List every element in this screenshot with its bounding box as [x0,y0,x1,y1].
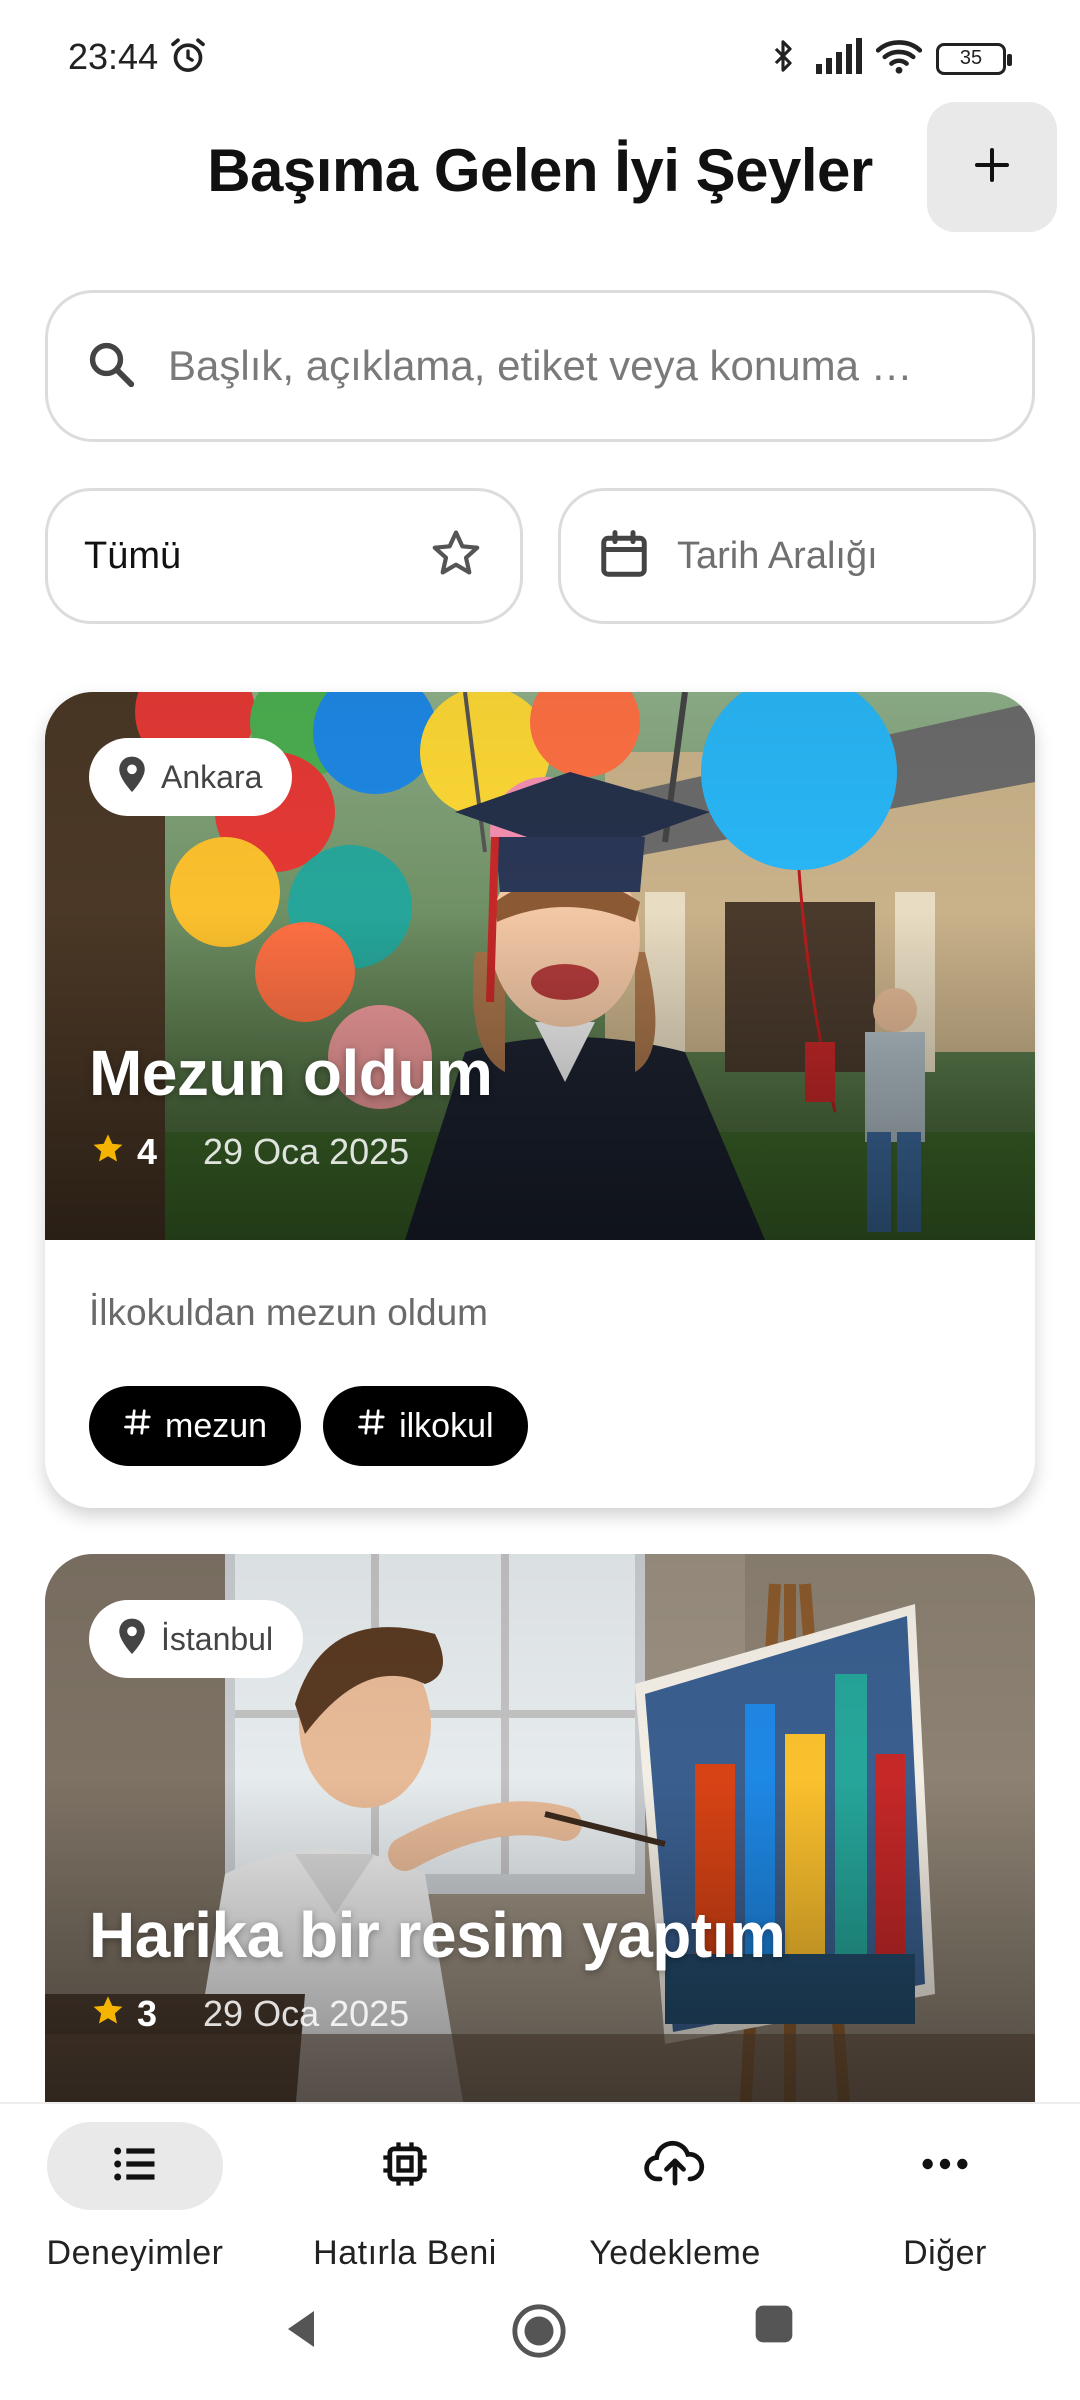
nav-item-more[interactable]: Diğer [810,2122,1080,2273]
experience-card[interactable]: İstanbul Harika bir resim yaptım 3 29 Oc… [45,1554,1035,2114]
search-field[interactable] [45,290,1035,442]
search-input[interactable] [168,342,988,390]
nav-label: Yedekleme [589,2234,761,2272]
calendar-icon [597,527,651,586]
recents-icon[interactable] [752,2302,796,2351]
favorites-filter[interactable]: Tümü [45,488,523,624]
hashtag-icon [357,1407,387,1446]
location-pin-icon [115,1617,149,1662]
page-title: Başıma Gelen İyi Şeyler [207,137,873,204]
location-pin-icon [115,755,149,800]
home-icon[interactable] [510,2302,568,2365]
nav-label: Deneyimler [46,2234,224,2272]
wifi-icon [875,37,923,80]
nav-item-experiences[interactable]: Deneyimler [0,2122,270,2273]
search-icon [84,337,138,396]
location-label: Ankara [161,758,263,795]
bluetooth-icon [766,36,800,81]
date-range-filter-label: Tarih Aralığı [677,534,878,577]
experience-card[interactable]: Ankara Mezun oldum 4 29 Oca 2025 İlkokul… [45,692,1035,1508]
list-icon [109,2138,161,2195]
experience-meta: 4 29 Oca 2025 [89,1130,409,1173]
experience-meta: 3 29 Oca 2025 [89,1992,409,2035]
tag-label: ilkokul [399,1406,494,1445]
system-navigation-bar [0,2282,1080,2400]
signal-icon [814,38,862,79]
tag-list: mezun ilkokul [89,1386,528,1466]
rating-value: 4 [137,1130,158,1172]
experience-date: 29 Oca 2025 [203,1130,410,1172]
location-chip: İstanbul [89,1600,304,1678]
date-range-filter[interactable]: Tarih Aralığı [558,488,1036,624]
cloud-upload-icon [643,2138,707,2195]
experience-title: Harika bir resim yaptım [89,1899,786,1971]
rating-value: 3 [137,1992,158,2034]
alarm-icon [168,36,208,81]
location-label: İstanbul [161,1620,274,1657]
star-icon [89,1130,127,1173]
star-icon [89,1992,127,2035]
experience-description: İlkokuldan mezun oldum [89,1292,488,1333]
tag-label: mezun [165,1406,268,1445]
plus-icon [972,145,1012,190]
status-bar: 23:44 35 [0,0,1080,110]
tag-chip[interactable]: ilkokul [323,1386,528,1466]
battery-indicator: 35 [936,42,1012,75]
back-icon[interactable] [278,2302,326,2361]
experience-date: 29 Oca 2025 [203,1992,410,2034]
nav-label: Hatırla Beni [313,2234,497,2272]
nav-item-remember-me[interactable]: Hatırla Beni [270,2122,540,2273]
hashtag-icon [123,1407,153,1446]
star-outline-icon [428,526,484,587]
nav-label: Diğer [903,2234,987,2272]
add-experience-button[interactable] [927,102,1057,232]
favorites-filter-label: Tümü [84,534,182,577]
more-icon [919,2154,971,2179]
nav-item-backup[interactable]: Yedekleme [540,2122,810,2273]
status-time: 23:44 [68,36,159,77]
tag-chip[interactable]: mezun [89,1386,302,1466]
location-chip: Ankara [89,738,293,816]
experience-title: Mezun oldum [89,1037,493,1109]
chip-icon [379,2138,431,2195]
bottom-navigation: Deneyimler Hatırla Beni Yedekleme Diğer [0,2102,1080,2282]
